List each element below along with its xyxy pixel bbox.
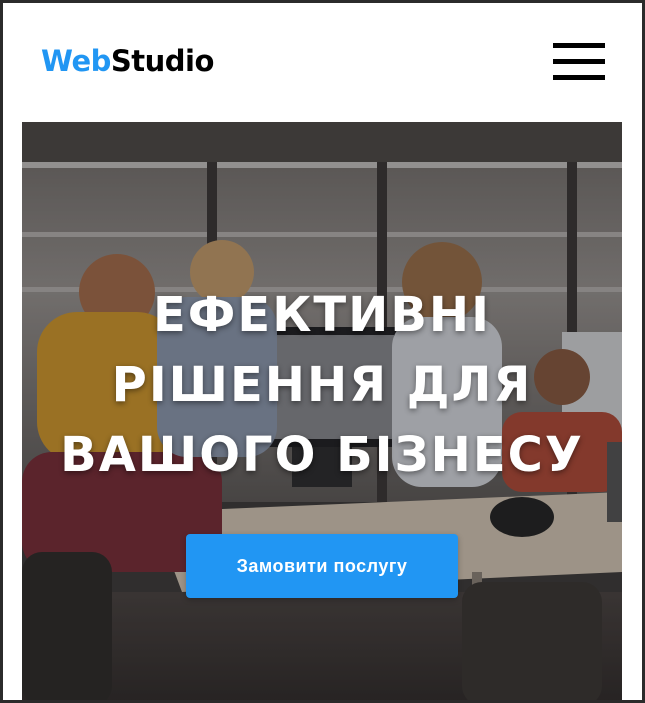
hero-section: ЕФЕКТИВНІ РІШЕННЯ ДЛЯ ВАШОГО БІЗНЕСУ Зам… bbox=[22, 122, 622, 700]
page-frame: WebStudio ЕФЕКТИВНІ РІШЕННЯ ДЛЯ ВАШОГО Б… bbox=[0, 0, 645, 703]
hero-title-line: ЕФЕКТИВНІ bbox=[153, 287, 491, 343]
site-header: WebStudio bbox=[3, 3, 642, 123]
hero-title-line: РІШЕННЯ ДЛЯ bbox=[111, 357, 533, 413]
hamburger-menu-icon bbox=[553, 43, 605, 48]
hamburger-menu-icon-bar bbox=[553, 59, 605, 64]
hero-title: ЕФЕКТИВНІ РІШЕННЯ ДЛЯ ВАШОГО БІЗНЕСУ bbox=[42, 280, 602, 490]
order-service-button[interactable]: Замовити послугу bbox=[186, 534, 458, 598]
logo[interactable]: WebStudio bbox=[41, 41, 214, 81]
hamburger-menu-icon-bar bbox=[553, 75, 605, 80]
logo-studio-text: Studio bbox=[110, 44, 215, 78]
hero-title-line: ВАШОГО БІЗНЕСУ bbox=[60, 427, 584, 483]
logo-web-text: Web bbox=[41, 44, 111, 78]
menu-button[interactable] bbox=[553, 43, 605, 80]
